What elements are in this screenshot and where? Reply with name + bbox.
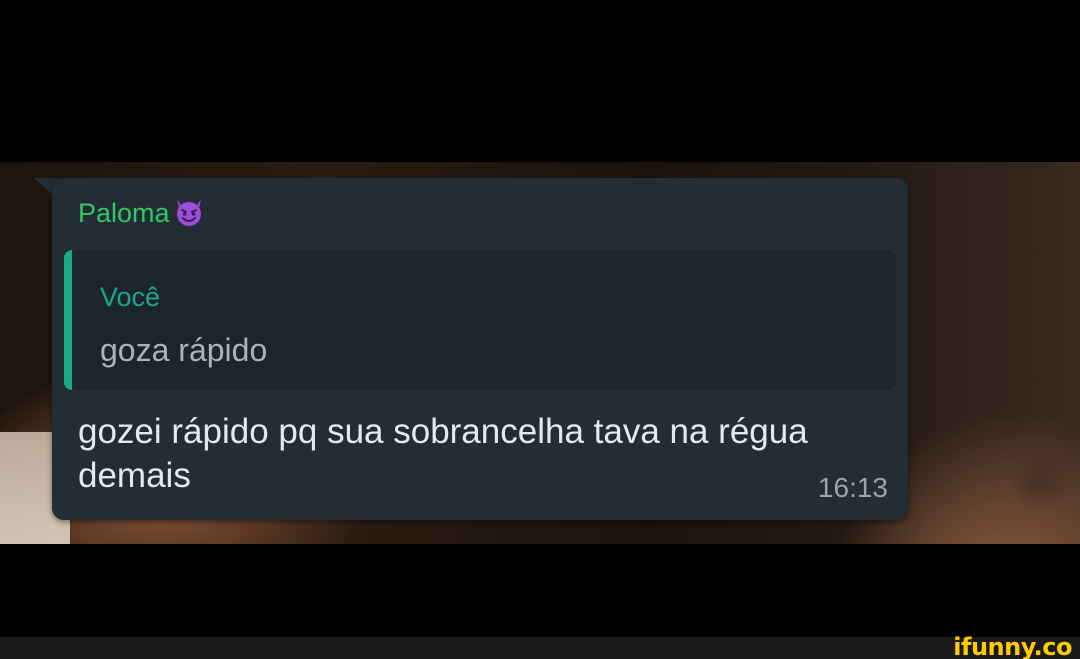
quoted-message[interactable]: Você goza rápido bbox=[64, 250, 896, 390]
watermark-logo: ifunny.co bbox=[953, 633, 1072, 659]
screenshot-stage: Paloma Você goza rápido gozei rápido pq … bbox=[0, 0, 1080, 659]
message-bubble[interactable]: Paloma Você goza rápido gozei rápido pq … bbox=[52, 178, 908, 520]
quote-text: goza rápido bbox=[100, 332, 268, 368]
background-tattoo bbox=[1010, 452, 1070, 512]
sender-name: Paloma bbox=[78, 198, 170, 228]
devil-icon bbox=[176, 198, 201, 226]
quote-accent-bar bbox=[64, 250, 72, 390]
message-text: gozei rápido pq sua sobrancelha tava na … bbox=[78, 412, 808, 495]
sender-name-row: Paloma bbox=[78, 198, 206, 229]
message-timestamp: 16:13 bbox=[817, 472, 888, 503]
watermark-bar bbox=[0, 637, 1080, 659]
quote-author: Você bbox=[100, 282, 161, 312]
